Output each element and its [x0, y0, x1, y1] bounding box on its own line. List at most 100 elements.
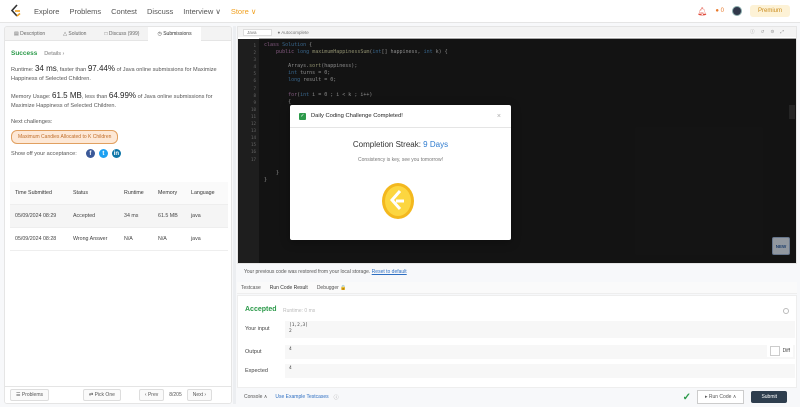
page-indicator: 8/205 — [169, 392, 182, 398]
diff-checkbox[interactable] — [769, 346, 780, 356]
problem-tabs: ▤ Description △ Solution □ Discuss (999)… — [5, 27, 231, 41]
tab-discuss-label: Discuss (999) — [108, 30, 140, 37]
submit-button[interactable]: Submit — [751, 391, 787, 403]
table-row[interactable]: 05/09/2024 08:28 Wrong Answer N/A N/A ja… — [10, 227, 228, 251]
twitter-icon[interactable]: t — [98, 149, 108, 158]
cell-status[interactable]: Accepted — [68, 204, 119, 228]
nav-right: 🔔︎ ● 0 Premium — [697, 5, 790, 17]
problems-label: Problems — [21, 392, 43, 398]
coin-badge-icon — [382, 183, 414, 219]
vertical-splitter[interactable] — [233, 26, 236, 404]
tab-solution-label: Solution — [68, 30, 87, 37]
line-numbers: 1 2 3 4 5 6 7 8 9 10 11 12 13 14 15 16 1… — [238, 39, 260, 263]
tab-submissions[interactable]: ◷ Submissions — [148, 27, 201, 41]
expected-label: Expected — [245, 368, 268, 374]
cell-language: java — [186, 204, 228, 228]
challenge-link[interactable]: Maximum Candies Allocated to K Children — [11, 130, 119, 144]
premium-button[interactable]: Premium — [749, 5, 790, 17]
console-button[interactable]: Console ∧ — [244, 394, 267, 400]
avatar[interactable] — [731, 6, 742, 16]
share-label: Show off your acceptance: — [11, 150, 77, 157]
restored-notice: Your previous code was restored from you… — [237, 266, 797, 278]
streak-days: 9 Days — [423, 140, 449, 149]
pick-one-button[interactable]: ⇄ Pick One — [83, 389, 121, 401]
runtime-prefix: Runtime: — [11, 67, 34, 73]
nav-explore[interactable]: Explore — [34, 7, 59, 16]
editor-footer: Console ∧ Use Example Testcases ⓘ ✓ ▸ Ru… — [237, 389, 797, 405]
leetcode-logo-icon[interactable] — [10, 4, 22, 18]
coins-counter[interactable]: ● 0 — [715, 8, 724, 14]
input-label: Your input — [245, 326, 270, 332]
tab-debugger[interactable]: Debugger 🔒 — [317, 285, 347, 291]
runtime-stat: Runtime: 34 ms, faster than 97.44% of Ja… — [11, 64, 225, 84]
run-result-panel: Accepted Runtime: 0 ms Your input [1,2,3… — [237, 295, 797, 388]
tab-description-label: Description — [20, 30, 46, 37]
memory-prefix: Memory Usage: — [11, 94, 51, 100]
details-link[interactable]: Details › — [44, 51, 64, 57]
info-icon[interactable] — [783, 308, 789, 314]
cell-status[interactable]: Wrong Answer — [68, 227, 119, 251]
nav-problems[interactable]: Problems — [69, 7, 101, 16]
header-time: Time Submitted — [10, 182, 68, 205]
nav-contest[interactable]: Contest — [111, 7, 137, 16]
check-icon: ✓ — [299, 112, 306, 120]
pick-one-label: Pick One — [94, 392, 115, 398]
run-code-button[interactable]: ▸ Run Code ∧ — [696, 390, 745, 404]
line-number: 16 — [250, 149, 256, 155]
editor-toolbar: Java ● Autocomplete ⓘ↺⚙⤢ — [238, 27, 796, 37]
close-icon[interactable]: × — [497, 113, 501, 120]
line-number: 11 — [250, 113, 256, 119]
autocomplete-label: Autocomplete — [281, 29, 309, 35]
test-tabs: Testcase Run Code Result Debugger 🔒 — [237, 282, 797, 294]
table-header-row: Time Submitted Status Runtime Memory Lan… — [10, 182, 228, 205]
tab-run-code-result[interactable]: Run Code Result — [270, 285, 308, 291]
next-button[interactable]: Next › — [186, 389, 213, 401]
coins-count: 0 — [720, 8, 724, 14]
output-value: 4 — [285, 345, 795, 359]
linkedin-icon[interactable]: in — [111, 149, 121, 158]
success-check-icon: ✓ — [682, 391, 691, 403]
submissions-table: Time Submitted Status Runtime Memory Lan… — [10, 182, 228, 251]
nav-store[interactable]: Store ∨ — [231, 7, 257, 16]
line-number: 3 — [253, 57, 256, 63]
output-label: Output — [245, 349, 262, 355]
line-number: 15 — [250, 142, 256, 148]
tab-solution[interactable]: △ Solution — [54, 27, 95, 41]
header-language: Language — [186, 182, 228, 205]
top-nav: Explore Problems Contest Discuss Intervi… — [0, 0, 800, 23]
tab-testcase[interactable]: Testcase — [241, 285, 261, 291]
memory-value: 61.5 MB — [52, 91, 82, 100]
table-row[interactable]: 05/09/2024 08:29 Accepted 34 ms 61.5 MB … — [10, 204, 228, 228]
cell-memory: 61.5 MB — [153, 204, 186, 228]
autocomplete-toggle[interactable]: ● Autocomplete — [278, 30, 309, 35]
use-example-testcases[interactable]: Use Example Testcases — [275, 394, 328, 400]
line-number: 17 — [250, 156, 256, 162]
consistency-message: Consistency is key, see you tomorrow! — [358, 157, 443, 163]
editor-icons[interactable]: ⓘ↺⚙⤢ — [750, 29, 790, 35]
daily-challenge-modal: ✓ Daily Coding Challenge Completed! × Co… — [290, 105, 511, 240]
nav-interview[interactable]: Interview ∨ — [183, 7, 221, 16]
share-row: Show off your acceptance: f t in — [11, 149, 231, 158]
notification-bell-icon[interactable]: 🔔︎ — [697, 7, 707, 16]
problem-nav-bar: ☰ Problems ⇄ Pick One ‹ Prev 8/205 Next … — [5, 386, 231, 403]
cell-time: 05/09/2024 08:29 — [10, 204, 68, 228]
line-number: 4 — [253, 64, 256, 70]
prev-button[interactable]: ‹ Prev — [138, 389, 165, 401]
memory-mid: , less than — [81, 94, 108, 100]
tab-description[interactable]: ▤ Description — [5, 27, 54, 41]
reset-default-link[interactable]: Reset to default — [372, 269, 407, 275]
nav-discuss[interactable]: Discuss — [147, 7, 173, 16]
help-icon[interactable]: ⓘ — [334, 394, 339, 401]
language-select[interactable]: Java — [243, 28, 272, 36]
left-panel: ▤ Description △ Solution □ Discuss (999)… — [4, 26, 232, 404]
tab-discuss[interactable]: □ Discuss (999) — [95, 27, 148, 41]
diff-label: Diff — [782, 348, 790, 354]
diff-toggle[interactable]: Diff — [766, 345, 793, 357]
runtime-percent: 97.44% — [87, 64, 115, 73]
cell-memory: N/A — [153, 227, 186, 251]
cell-runtime: N/A — [119, 227, 153, 251]
line-number: 13 — [250, 128, 256, 134]
facebook-icon[interactable]: f — [85, 149, 95, 158]
line-number: 12 — [250, 121, 256, 127]
problems-button[interactable]: ☰ Problems — [10, 389, 49, 401]
